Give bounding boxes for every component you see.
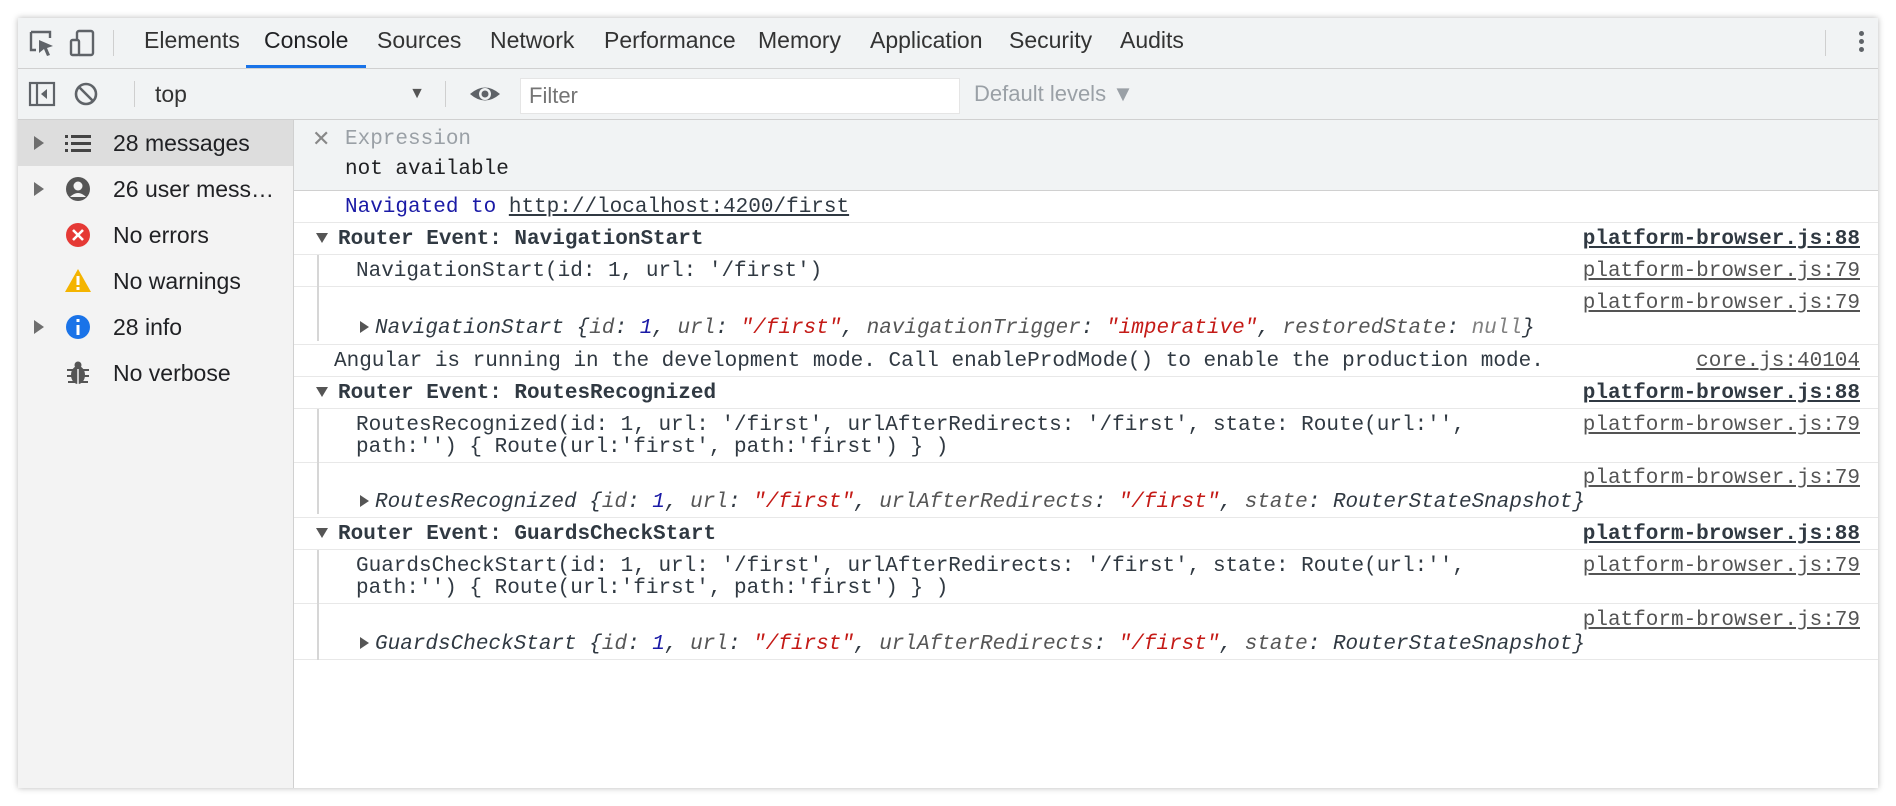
navigated-url-link[interactable]: http://localhost:4200/first [509, 196, 849, 219]
tab-sources[interactable]: Sources [377, 18, 461, 68]
source-link[interactable]: platform-browser.js:79 [1583, 555, 1860, 578]
source-link[interactable]: platform-browser.js:79 [1583, 260, 1860, 283]
expression-label: Expression [345, 128, 472, 151]
log-message: GuardsCheckStart(id: 1, url: '/first', u… [294, 550, 1878, 604]
context-value: top [155, 81, 187, 107]
toolbar-divider [1825, 30, 1826, 56]
sidebar-item-label: 26 user mess… [113, 176, 275, 202]
log-text: RoutesRecognized(id: 1, url: '/first', u… [356, 414, 1465, 437]
log-message: NavigationStart(id: 1, url: '/first') pl… [294, 255, 1878, 287]
expression-value: not available [345, 158, 509, 181]
error-icon [64, 221, 92, 249]
user-icon [64, 175, 92, 203]
sidebar-item-warnings[interactable]: No warnings [18, 258, 293, 304]
source-link[interactable]: platform-browser.js:79 [1583, 414, 1860, 437]
log-object: platform-browser.js:79 NavigationStart {… [294, 287, 1878, 345]
log-text: path:'') { Route(url:'first', path:'firs… [356, 436, 949, 459]
log-group-header[interactable]: Router Event: GuardsCheckStart platform-… [294, 518, 1878, 550]
tab-application[interactable]: Application [870, 18, 983, 68]
warning-icon [64, 267, 92, 295]
sidebar-item-label: No errors [113, 222, 209, 248]
source-link[interactable]: platform-browser.js:79 [1583, 292, 1860, 315]
sidebar-item-label: 28 messages [113, 130, 250, 156]
sidebar-item-verbose[interactable]: No verbose [18, 350, 293, 396]
devtools-window: Elements Console Sources Network Perform… [18, 18, 1878, 788]
more-options-icon[interactable] [1856, 28, 1866, 58]
log-text: path:'') { Route(url:'first', path:'firs… [356, 577, 949, 600]
collapse-arrow-icon[interactable] [316, 387, 328, 398]
collapse-arrow-icon[interactable] [316, 528, 328, 539]
source-link[interactable]: platform-browser.js:88 [1583, 228, 1860, 251]
log-text: Angular is running in the development mo… [334, 350, 1544, 373]
group-guide-line [317, 550, 319, 660]
tab-console[interactable]: Console [246, 18, 367, 68]
tab-memory[interactable]: Memory [758, 18, 841, 68]
expand-arrow-icon[interactable] [360, 637, 369, 650]
navigated-message: Navigated to http://localhost:4200/first [294, 191, 1878, 223]
log-group-header[interactable]: Router Event: NavigationStart platform-b… [294, 223, 1878, 255]
live-expression: ✕ Expression not available [294, 120, 1878, 191]
log-message: Angular is running in the development mo… [294, 345, 1878, 377]
sidebar-item-label: No warnings [113, 268, 241, 294]
sidebar-item-errors[interactable]: No errors [18, 212, 293, 258]
list-icon [64, 129, 92, 157]
expand-arrow-icon[interactable] [360, 495, 369, 508]
console-toolbar: top ▼ Default levels ▼ [18, 69, 1878, 120]
chevron-down-icon: ▼ [409, 85, 425, 102]
group-title: Router Event: NavigationStart [338, 228, 704, 251]
expand-arrow-icon[interactable] [34, 320, 44, 334]
console-output: ✕ Expression not available Navigated to … [294, 120, 1878, 788]
remove-expression-icon[interactable]: ✕ [312, 126, 330, 152]
info-icon [64, 313, 92, 341]
devtools-tab-bar: Elements Console Sources Network Perform… [18, 18, 1878, 69]
expand-arrow-icon[interactable] [34, 136, 44, 150]
clear-console-icon[interactable] [70, 79, 102, 109]
log-text: GuardsCheckStart(id: 1, url: '/first', u… [356, 555, 1465, 578]
device-toolbar-icon[interactable] [66, 28, 98, 58]
group-guide-line [317, 255, 319, 341]
console-sidebar: 28 messages 26 user mess… No errors No w… [18, 120, 294, 788]
toolbar-divider [134, 81, 135, 107]
expand-arrow-icon[interactable] [34, 182, 44, 196]
tab-network[interactable]: Network [490, 18, 574, 68]
tab-security[interactable]: Security [1009, 18, 1092, 68]
sidebar-item-info[interactable]: 28 info [18, 304, 293, 350]
source-link[interactable]: platform-browser.js:88 [1583, 382, 1860, 405]
expand-arrow-icon[interactable] [360, 321, 369, 334]
source-link[interactable]: platform-browser.js:79 [1583, 467, 1860, 490]
live-expression-eye-icon[interactable] [467, 79, 503, 109]
tab-performance[interactable]: Performance [604, 18, 736, 68]
log-text: NavigationStart(id: 1, url: '/first') [356, 260, 823, 283]
navigated-prefix: Navigated to [345, 196, 497, 219]
show-sidebar-icon[interactable] [26, 79, 58, 109]
collapse-arrow-icon[interactable] [316, 233, 328, 244]
sidebar-item-messages[interactable]: 28 messages [18, 120, 293, 166]
sidebar-item-label: No verbose [113, 360, 231, 386]
object-preview[interactable]: RoutesRecognized {id: 1, url: "/first", … [360, 491, 1585, 514]
sidebar-item-label: 28 info [113, 314, 183, 340]
log-object: platform-browser.js:79 GuardsCheckStart … [294, 604, 1878, 660]
source-link[interactable]: platform-browser.js:79 [1583, 609, 1860, 632]
toolbar-divider [113, 30, 114, 56]
log-object: platform-browser.js:79 RoutesRecognized … [294, 463, 1878, 518]
log-levels-dropdown[interactable]: Default levels ▼ [974, 69, 1134, 119]
sidebar-item-user-messages[interactable]: 26 user mess… [18, 166, 293, 212]
group-guide-line [317, 409, 319, 514]
log-group-header[interactable]: Router Event: RoutesRecognized platform-… [294, 377, 1878, 409]
tab-elements[interactable]: Elements [144, 18, 240, 68]
tab-audits[interactable]: Audits [1120, 18, 1184, 68]
bug-icon [64, 359, 92, 387]
group-title: Router Event: GuardsCheckStart [338, 523, 717, 546]
group-title: Router Event: RoutesRecognized [338, 382, 717, 405]
object-preview[interactable]: GuardsCheckStart {id: 1, url: "/first", … [360, 633, 1585, 656]
source-link[interactable]: platform-browser.js:88 [1583, 523, 1860, 546]
source-link[interactable]: core.js:40104 [1696, 350, 1860, 373]
object-preview[interactable]: NavigationStart {id: 1, url: "/first", n… [360, 317, 1535, 340]
log-message: RoutesRecognized(id: 1, url: '/first', u… [294, 409, 1878, 463]
context-selector[interactable]: top ▼ [155, 69, 435, 119]
inspect-element-icon[interactable] [26, 28, 58, 58]
toolbar-divider [445, 81, 446, 107]
filter-input[interactable] [520, 78, 960, 114]
